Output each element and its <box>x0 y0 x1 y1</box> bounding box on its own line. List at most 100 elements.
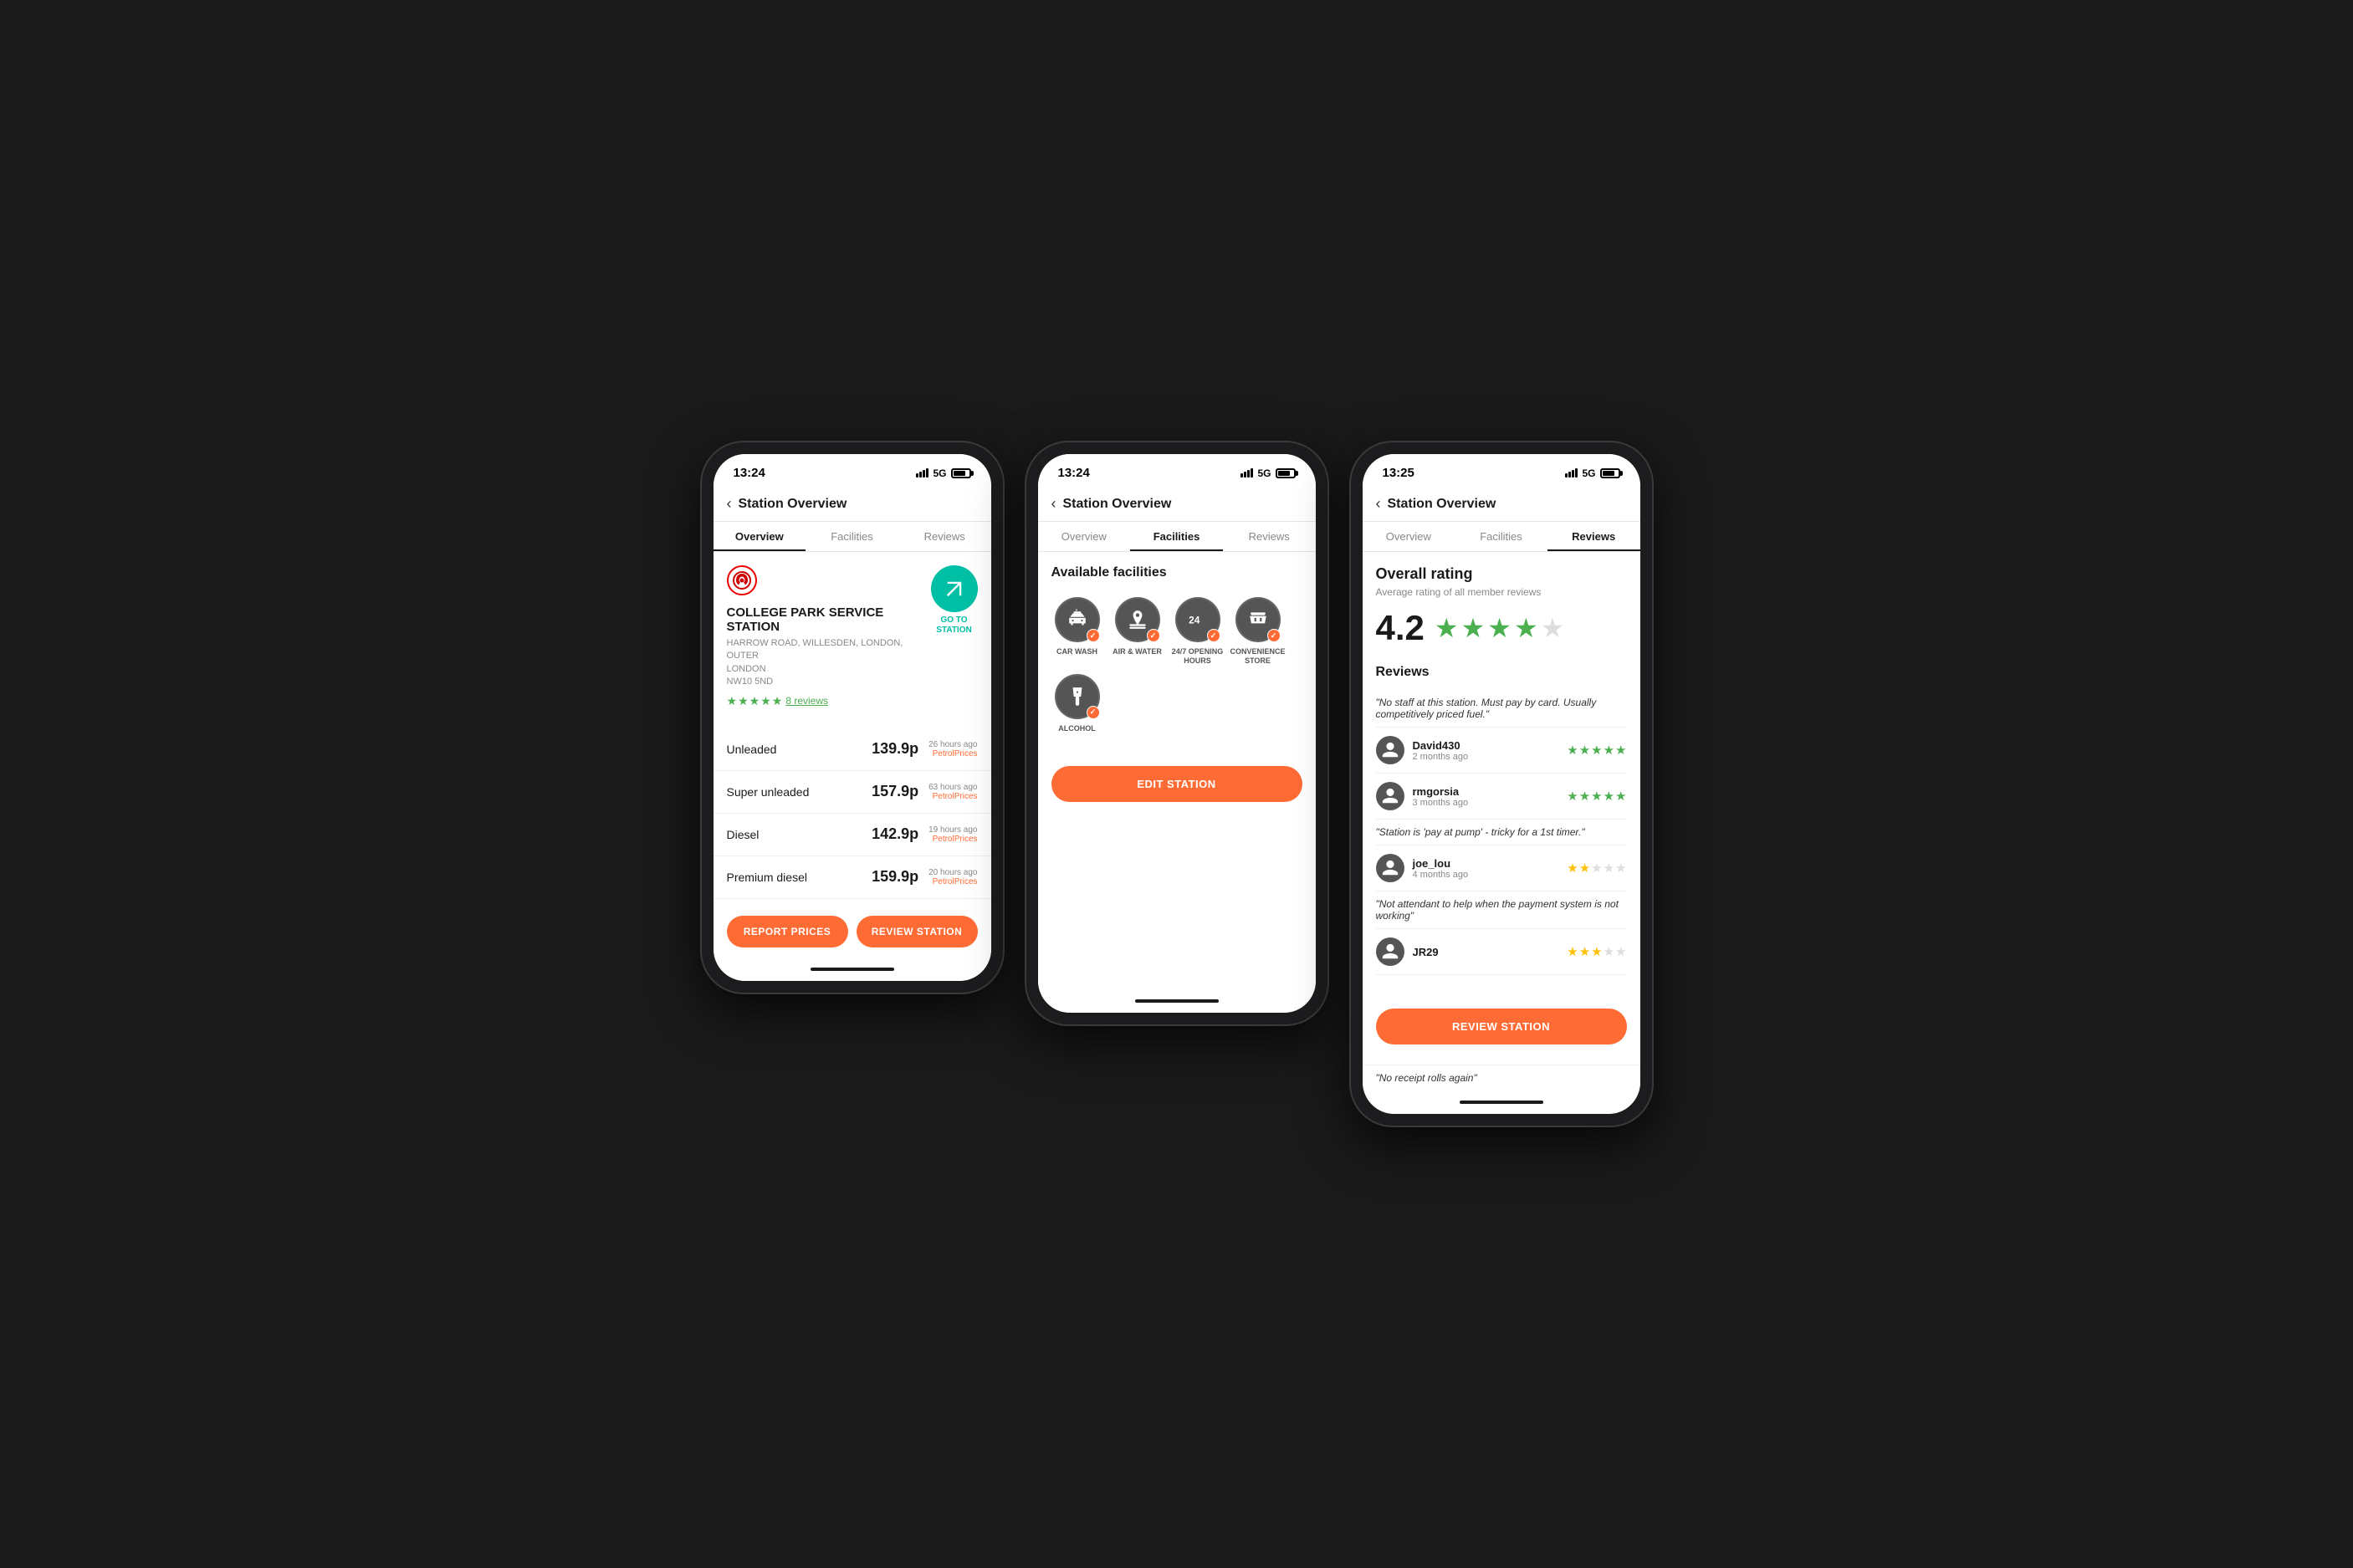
fuel-row-premium: Premium diesel 159.9p 20 hours ago Petro… <box>714 856 991 899</box>
phones-container: 13:24 5G ‹ Station Overview Overview <box>702 442 1652 1126</box>
nav-title-1: Station Overview <box>739 497 847 512</box>
phone-reviews: 13:25 5G ‹ Station Overview Overview Fac… <box>1351 442 1652 1126</box>
status-icons-2: 5G <box>1240 467 1295 479</box>
user-info-1: rmgorsia 3 months ago <box>1413 785 1568 808</box>
star-4: ★ <box>760 694 771 708</box>
nav-title-3: Station Overview <box>1388 497 1496 512</box>
star-2: ★ <box>738 694 749 708</box>
facilities-title: Available facilities <box>1051 565 1302 580</box>
facility-air-water: AIR & WATER <box>1112 597 1164 666</box>
time-3: 13:25 <box>1383 466 1414 480</box>
alcohol-label: ALCOHOL <box>1058 724 1096 733</box>
user-stars-1: ★ ★ ★ ★ ★ <box>1567 789 1626 804</box>
home-bar-3 <box>1460 1101 1543 1104</box>
report-prices-button[interactable]: REPORT PRICES <box>727 916 848 947</box>
svg-text:24: 24 <box>1189 614 1200 626</box>
fuel-meta-0: 26 hours ago PetrolPrices <box>928 740 977 758</box>
big-star-1: ★ <box>1435 612 1459 644</box>
fuel-name-2: Diesel <box>727 828 872 841</box>
fuel-price-1: 157.9p <box>872 783 918 800</box>
air-water-icon <box>1115 597 1160 642</box>
big-star-2: ★ <box>1461 612 1486 644</box>
user-avatar-3 <box>1376 937 1404 966</box>
review-bottom-container: REVIEW STATION <box>1363 988 1640 1065</box>
tab-facilities-1[interactable]: Facilities <box>806 522 898 551</box>
tab-facilities-3[interactable]: Facilities <box>1455 522 1547 551</box>
tab-facilities-2[interactable]: Facilities <box>1130 522 1223 551</box>
home-indicator-3 <box>1363 1090 1640 1114</box>
fuel-name-1: Super unleaded <box>727 785 872 799</box>
user-time-2: 4 months ago <box>1413 870 1568 880</box>
rating-number: 4.2 <box>1376 608 1425 648</box>
user-avatar-0 <box>1376 736 1404 764</box>
facilities-icons-row: CAR WASH AIR & WATER 24 <box>1051 597 1302 733</box>
go-to-station-btn[interactable]: GO TOSTATION <box>931 565 978 636</box>
tab-reviews-1[interactable]: Reviews <box>898 522 991 551</box>
tabs-1: Overview Facilities Reviews <box>714 522 991 552</box>
facility-alcohol: ALCOHOL <box>1051 674 1103 733</box>
tab-reviews-2[interactable]: Reviews <box>1223 522 1316 551</box>
tab-reviews-3[interactable]: Reviews <box>1547 522 1640 551</box>
edit-station-button[interactable]: EDIT STATION <box>1051 766 1302 802</box>
nav-bar-1: ‹ Station Overview <box>714 487 991 522</box>
signal-icon-3 <box>1565 468 1578 478</box>
rating-row: 4.2 ★ ★ ★ ★ ★ <box>1376 608 1627 648</box>
back-button-1[interactable]: ‹ <box>727 495 732 513</box>
review-station-button-3[interactable]: REVIEW STATION <box>1376 1009 1627 1044</box>
network-3: 5G <box>1582 467 1595 479</box>
car-wash-label: CAR WASH <box>1056 647 1097 656</box>
review-user-1: rmgorsia 3 months ago ★ ★ ★ ★ ★ <box>1376 774 1627 820</box>
reviews-count[interactable]: 8 reviews <box>785 695 828 707</box>
facility-247: 24 24/7 OPENING HOURS <box>1172 597 1224 666</box>
tab-overview-3[interactable]: Overview <box>1363 522 1455 551</box>
review-station-button-1[interactable]: REVIEW STATION <box>857 916 978 947</box>
big-star-5: ★ <box>1541 612 1565 644</box>
247-check <box>1207 629 1220 642</box>
facilities-content: Available facilities CAR WASH <box>1038 552 1316 746</box>
reviews-content: Overall rating Average rating of all mem… <box>1363 552 1640 988</box>
review-quote-3: "Not attendant to help when the payment … <box>1376 891 1627 929</box>
fuel-time-1: 63 hours ago <box>928 783 977 792</box>
fuel-list: Unleaded 139.9p 26 hours ago PetrolPrice… <box>714 728 991 899</box>
tabs-2: Overview Facilities Reviews <box>1038 522 1316 552</box>
user-time-1: 3 months ago <box>1413 798 1568 808</box>
user-name-3: JR29 <box>1413 946 1568 958</box>
fuel-time-3: 20 hours ago <box>928 868 977 877</box>
bottom-buttons-1: REPORT PRICES REVIEW STATION <box>714 906 991 958</box>
review-user-2: joe_lou 4 months ago ★ ★ ★ ★ ★ <box>1376 845 1627 891</box>
back-button-3[interactable]: ‹ <box>1376 495 1381 513</box>
facilities-bottom: EDIT STATION <box>1038 746 1316 822</box>
user-name-0: David430 <box>1413 739 1568 752</box>
fuel-row-diesel: Diesel 142.9p 19 hours ago PetrolPrices <box>714 814 991 856</box>
fuel-name-0: Unleaded <box>727 743 872 756</box>
user-info-2: joe_lou 4 months ago <box>1413 857 1568 880</box>
status-bar-1: 13:24 5G <box>714 454 991 487</box>
review-quote-2: "Station is 'pay at pump' - tricky for a… <box>1376 820 1627 845</box>
fuel-price-0: 139.9p <box>872 740 918 758</box>
phone-facilities: 13:24 5G ‹ Station Overview Overview Fac… <box>1026 442 1327 1024</box>
fuel-time-2: 19 hours ago <box>928 825 977 835</box>
tab-overview-2[interactable]: Overview <box>1038 522 1131 551</box>
fuel-meta-1: 63 hours ago PetrolPrices <box>928 783 977 801</box>
last-review-partial: "No receipt rolls again" <box>1363 1065 1640 1090</box>
go-btn-label: GO TOSTATION <box>936 615 971 636</box>
user-name-2: joe_lou <box>1413 857 1568 870</box>
air-water-label: AIR & WATER <box>1113 647 1162 656</box>
car-wash-icon <box>1055 597 1100 642</box>
store-check <box>1267 629 1281 642</box>
user-stars-2: ★ ★ ★ ★ ★ <box>1567 861 1626 876</box>
signal-icon-2 <box>1240 468 1253 478</box>
tab-overview-1[interactable]: Overview <box>714 522 806 551</box>
nav-bar-2: ‹ Station Overview <box>1038 487 1316 522</box>
network-1: 5G <box>933 467 946 479</box>
status-bar-2: 13:24 5G <box>1038 454 1316 487</box>
nav-title-2: Station Overview <box>1063 497 1172 512</box>
back-button-2[interactable]: ‹ <box>1051 495 1056 513</box>
fuel-source-1: PetrolPrices <box>928 792 977 801</box>
store-icon <box>1235 597 1281 642</box>
battery-icon-1 <box>951 468 971 478</box>
user-stars-0: ★ ★ ★ ★ ★ <box>1567 743 1626 758</box>
home-bar-1 <box>811 968 894 971</box>
status-bar-3: 13:25 5G <box>1363 454 1640 487</box>
facility-car-wash: CAR WASH <box>1051 597 1103 666</box>
